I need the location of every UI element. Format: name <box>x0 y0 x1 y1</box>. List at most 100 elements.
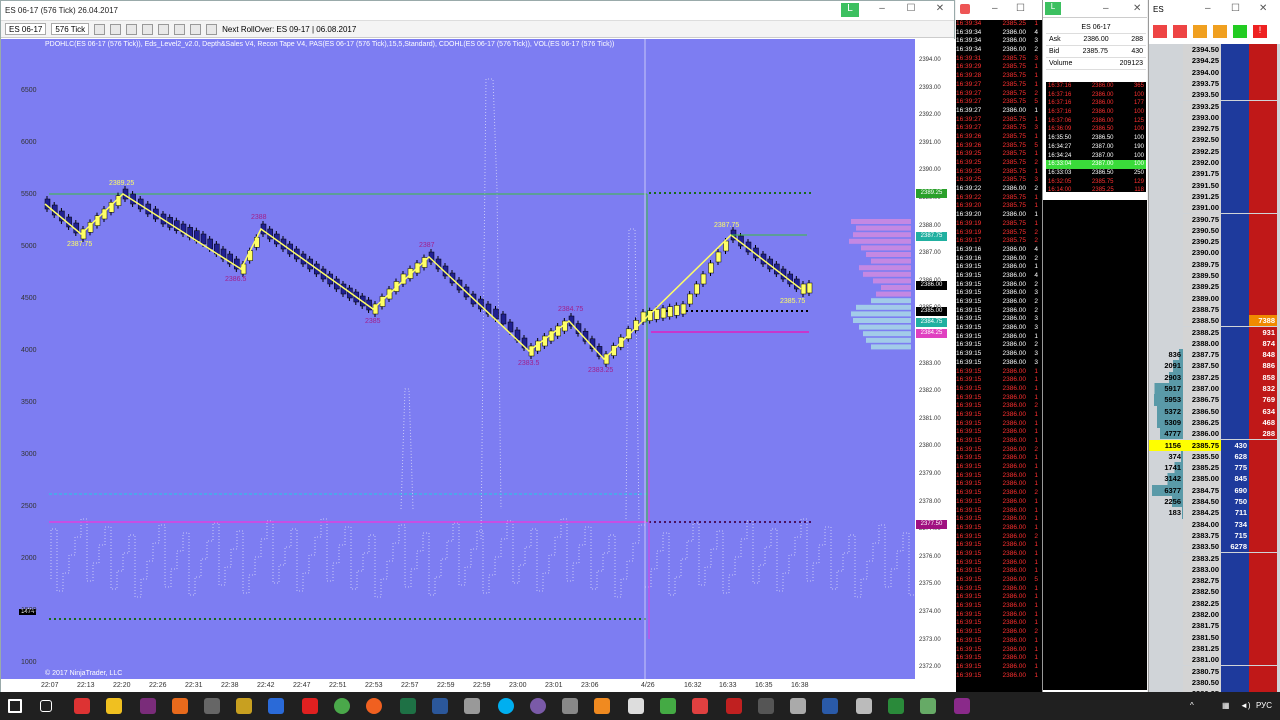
ladder-row[interactable]: 2389.00 <box>1149 292 1280 304</box>
ladder-bid[interactable] <box>1221 224 1249 237</box>
indicators-icon[interactable] <box>174 23 186 35</box>
ladder-bid[interactable] <box>1221 213 1249 225</box>
ladder-ask[interactable] <box>1249 439 1277 451</box>
ladder-row[interactable]: 1741 2385.25 775 <box>1149 462 1280 474</box>
ladder-bid[interactable] <box>1221 100 1249 112</box>
ladder-ask[interactable] <box>1249 236 1277 248</box>
ladder-row[interactable]: 2393.00 <box>1149 111 1280 124</box>
ladder-bid[interactable] <box>1221 157 1249 169</box>
ladder-row[interactable]: 2393.25 <box>1149 100 1280 112</box>
ladder-ask[interactable] <box>1249 270 1277 282</box>
ladder-bid[interactable] <box>1221 428 1249 440</box>
ladder-ask[interactable] <box>1249 157 1277 169</box>
ladder-row[interactable]: 2392.75 <box>1149 123 1280 135</box>
ladder-ask[interactable] <box>1249 190 1277 203</box>
ladder-ask[interactable]: 769 <box>1249 394 1277 406</box>
ladder-ask[interactable] <box>1249 609 1277 621</box>
tools-icon[interactable] <box>204 698 220 714</box>
crosshair-icon[interactable] <box>126 23 138 35</box>
ladder-bid[interactable] <box>1221 676 1249 689</box>
ladder-ask[interactable] <box>1249 473 1277 485</box>
ladder-row[interactable]: 2391.00 <box>1149 202 1280 214</box>
app-icon[interactable] <box>172 698 188 714</box>
instrument-selector[interactable]: ES 06-17 <box>5 23 47 35</box>
ladder-bid[interactable] <box>1221 292 1249 304</box>
ladder-row[interactable]: 6377 2384.75 690 <box>1149 484 1280 496</box>
ladder-row[interactable]: 2390.50 <box>1149 224 1280 237</box>
ladder-ask[interactable] <box>1249 631 1277 643</box>
app-icon[interactable] <box>888 698 904 714</box>
ladder-bid[interactable]: 845 <box>1221 473 1249 485</box>
app-icon[interactable] <box>562 698 578 714</box>
ladder-bid[interactable]: 711 <box>1221 507 1249 519</box>
maximize-button[interactable]: ☐ <box>1231 3 1240 14</box>
ladder-row[interactable]: 2388.00 874 <box>1149 337 1280 350</box>
ladder-row[interactable]: 2392.25 <box>1149 145 1280 157</box>
ladder-row[interactable]: 2394.50 <box>1149 44 1280 56</box>
language-indicator[interactable]: РУС <box>1256 701 1272 710</box>
ladder-ask[interactable] <box>1249 676 1277 689</box>
ladder-ask[interactable]: 931 <box>1249 326 1277 338</box>
ladder-bid[interactable] <box>1221 597 1249 609</box>
ladder-ask[interactable] <box>1249 552 1277 564</box>
ladder-row[interactable]: 2388.50 7388 <box>1149 315 1280 327</box>
ladder-ask[interactable] <box>1249 247 1277 259</box>
ladder-ask[interactable] <box>1249 484 1277 496</box>
ladder-row[interactable]: 2381.75 <box>1149 620 1280 632</box>
ladder-ask[interactable]: 874 <box>1249 337 1277 350</box>
ladder-row[interactable]: 2382.25 <box>1149 597 1280 609</box>
ladder-ask[interactable] <box>1249 168 1277 180</box>
vlc-icon[interactable] <box>594 698 610 714</box>
ladder-row[interactable]: 2394.25 <box>1149 55 1280 67</box>
ladder-row[interactable]: 2381.50 <box>1149 631 1280 643</box>
ladder-bid[interactable] <box>1221 134 1249 146</box>
app-icon[interactable] <box>628 698 644 714</box>
app-icon[interactable] <box>822 698 838 714</box>
ladder-bid[interactable] <box>1221 270 1249 282</box>
app-icon[interactable] <box>660 698 676 714</box>
ladder-row[interactable]: 2383.75 715 <box>1149 529 1280 542</box>
firefox-icon[interactable] <box>366 698 382 714</box>
ladder-row[interactable]: 2389.50 <box>1149 270 1280 282</box>
save-icon[interactable] <box>790 698 806 714</box>
maximize-button[interactable]: ☐ <box>1016 3 1025 14</box>
ladder-ask[interactable] <box>1249 529 1277 542</box>
ladder-bid[interactable] <box>1221 123 1249 135</box>
data-box-icon[interactable] <box>206 23 218 35</box>
ladder-ask[interactable] <box>1249 642 1277 655</box>
ladder-bid[interactable] <box>1221 236 1249 248</box>
ladder-bid[interactable] <box>1221 202 1249 214</box>
ladder-row[interactable]: 2382.00 <box>1149 609 1280 621</box>
ladder-row[interactable]: 2091 2387.50 886 <box>1149 360 1280 372</box>
ladder-bid[interactable]: 734 <box>1221 518 1249 530</box>
ladder-row[interactable]: 2393.75 <box>1149 77 1280 90</box>
ladder-ask[interactable] <box>1249 292 1277 304</box>
alert-icon[interactable]: ! <box>1253 25 1267 38</box>
minimize-button[interactable]: – <box>873 3 891 17</box>
ladder-ask[interactable] <box>1249 518 1277 530</box>
ladder-row[interactable]: 2393.50 <box>1149 89 1280 101</box>
reverse-icon[interactable] <box>1213 25 1227 38</box>
minimize-button[interactable]: – <box>1205 3 1211 14</box>
start-icon[interactable] <box>8 699 22 713</box>
ladder-row[interactable]: 5309 2386.25 468 <box>1149 416 1280 429</box>
ladder-row[interactable]: 2389.75 <box>1149 258 1280 270</box>
ladder-row[interactable]: 2390.75 <box>1149 213 1280 225</box>
ladder-row[interactable]: 2381.25 <box>1149 642 1280 655</box>
ladder-ask[interactable] <box>1249 620 1277 632</box>
ladder-ask[interactable] <box>1249 575 1277 587</box>
ladder-bid[interactable] <box>1221 665 1249 677</box>
ladder-row[interactable]: 2390.00 <box>1149 247 1280 259</box>
ladder-ask[interactable] <box>1249 202 1277 214</box>
app-icon[interactable] <box>302 698 318 714</box>
ladder-bid[interactable] <box>1221 315 1249 327</box>
ladder-bid[interactable] <box>1221 247 1249 259</box>
ladder-bid[interactable] <box>1221 360 1249 372</box>
ladder-bid[interactable] <box>1221 349 1249 361</box>
ladder-ask[interactable] <box>1249 462 1277 474</box>
ladder-bid[interactable] <box>1221 383 1249 395</box>
ladder-bid[interactable]: 775 <box>1221 462 1249 474</box>
ladder-ask[interactable]: 634 <box>1249 405 1277 417</box>
ladder-row[interactable]: 2903 2387.25 858 <box>1149 371 1280 383</box>
maximize-button[interactable]: ☐ <box>902 3 920 17</box>
